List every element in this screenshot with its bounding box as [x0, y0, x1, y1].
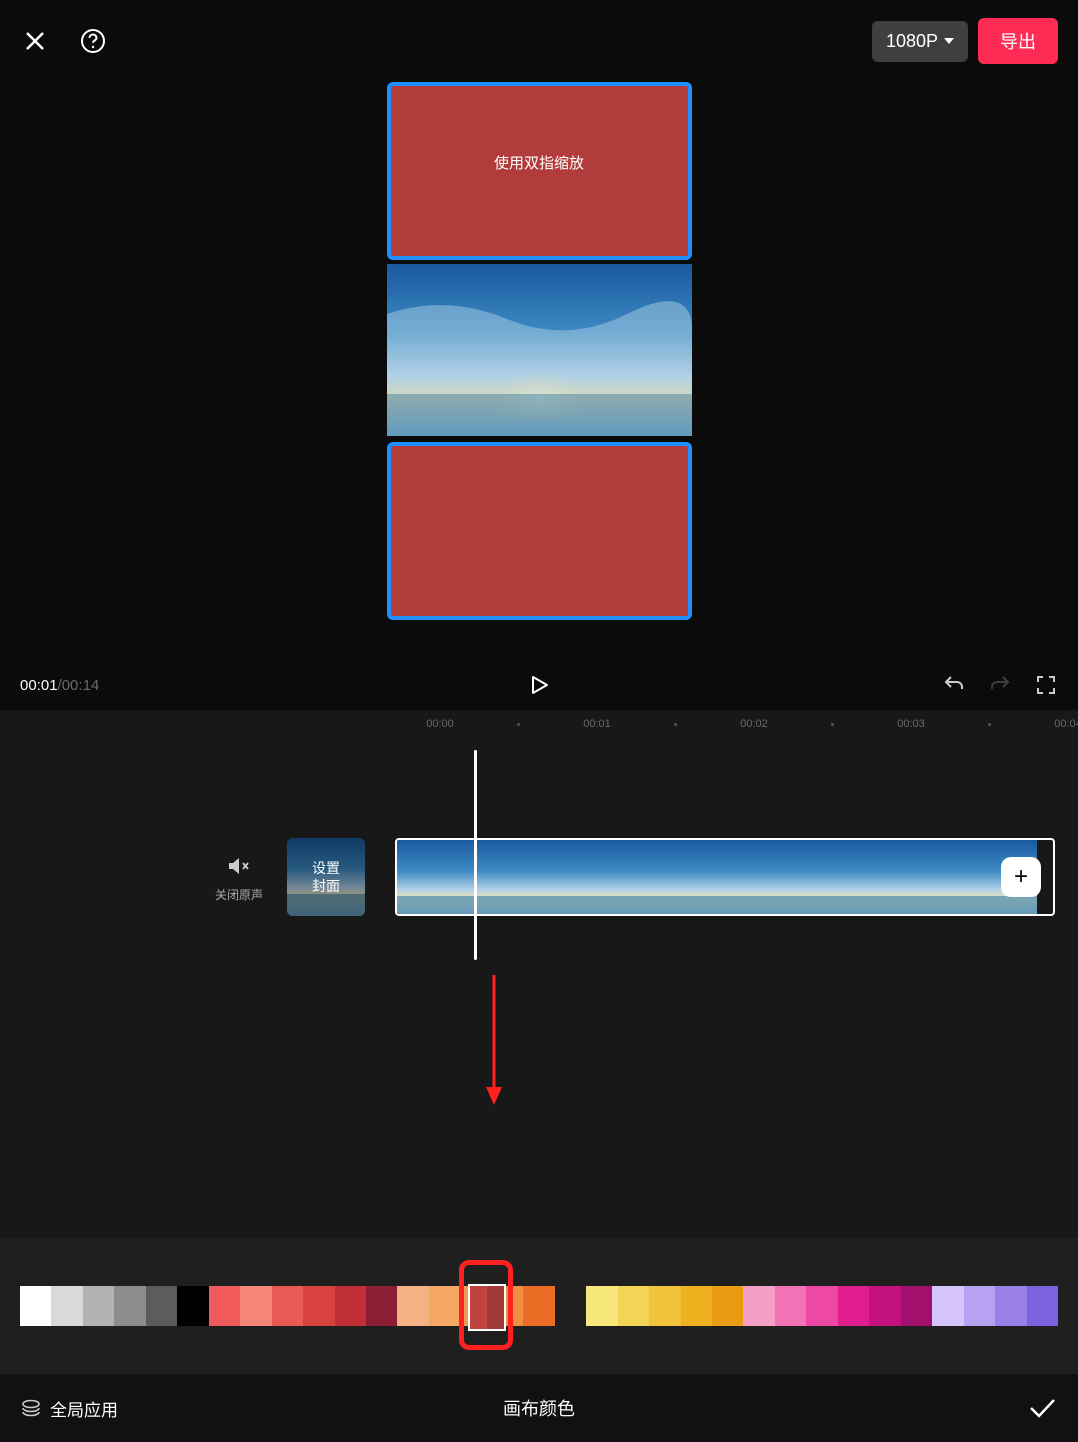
cover-thumb[interactable]: 设置 封面: [287, 838, 365, 916]
export-button[interactable]: 导出: [978, 18, 1058, 64]
color-swatch[interactable]: [649, 1286, 680, 1326]
color-swatch[interactable]: [114, 1286, 145, 1326]
video-preview-image: [387, 264, 692, 436]
color-swatch[interactable]: [335, 1286, 366, 1326]
preview-area[interactable]: 使用双指缩放: [0, 82, 1078, 660]
chevron-down-icon: [944, 38, 954, 44]
color-swatch[interactable]: [743, 1286, 774, 1326]
clip-frame[interactable]: [797, 840, 877, 916]
color-swatch[interactable]: [209, 1286, 240, 1326]
confirm-button[interactable]: [1026, 1392, 1058, 1424]
color-swatch[interactable]: [681, 1286, 712, 1326]
color-swatch[interactable]: [429, 1286, 460, 1326]
ruler-tick: 00:00: [400, 718, 480, 730]
time-total: 00:14: [62, 677, 100, 694]
mute-icon[interactable]: [225, 852, 253, 880]
color-swatch[interactable]: [901, 1286, 932, 1326]
check-icon: [1026, 1392, 1058, 1424]
color-panel: [0, 1238, 1078, 1374]
export-label: 导出: [1000, 32, 1036, 52]
plus-icon: +: [1014, 863, 1028, 891]
global-apply-label: 全局应用: [50, 1396, 118, 1421]
color-swatch[interactable]: [964, 1286, 995, 1326]
swatch-row: [0, 1286, 1078, 1326]
color-swatch[interactable]: [806, 1286, 837, 1326]
ruler-tick: 00:03: [871, 718, 951, 730]
canvas-frame[interactable]: 使用双指缩放: [387, 82, 692, 620]
color-swatch[interactable]: [366, 1286, 397, 1326]
clip-frame[interactable]: [477, 840, 557, 916]
time-ruler: 00:0000:0100:0200:0300:0400:0500:06: [0, 710, 1078, 738]
bottom-bar: 全局应用 画布颜色: [0, 1374, 1078, 1442]
color-swatch[interactable]: [932, 1286, 963, 1326]
clip-frame[interactable]: [557, 840, 637, 916]
color-swatch[interactable]: [51, 1286, 82, 1326]
color-swatch[interactable]: [838, 1286, 869, 1326]
color-swatch[interactable]: [272, 1286, 303, 1326]
selected-swatch[interactable]: [468, 1284, 506, 1331]
color-swatch[interactable]: [177, 1286, 208, 1326]
annotation-arrow: [484, 975, 504, 1105]
color-swatch[interactable]: [586, 1286, 617, 1326]
color-swatch[interactable]: [869, 1286, 900, 1326]
ruler-tick: 00:01: [557, 718, 637, 730]
clip-frame[interactable]: [397, 840, 477, 916]
ruler-tick: 00:04: [1028, 718, 1078, 730]
timeline-area[interactable]: 00:0000:0100:0200:0300:0400:0500:06 关闭原声…: [0, 710, 1078, 1272]
color-swatch[interactable]: [712, 1286, 743, 1326]
color-swatch[interactable]: [523, 1286, 554, 1326]
clip-frame[interactable]: [637, 840, 717, 916]
color-swatch[interactable]: [397, 1286, 428, 1326]
global-apply-button[interactable]: 全局应用: [20, 1396, 118, 1421]
color-swatch[interactable]: [303, 1286, 334, 1326]
top-bar: 1080P 导出: [0, 0, 1078, 82]
mute-label: 关闭原声: [215, 886, 263, 903]
cover-label: 设置 封面: [312, 859, 340, 895]
transport-controls: 00:01 / 00:14: [0, 660, 1078, 710]
color-swatch[interactable]: [618, 1286, 649, 1326]
track-row: 关闭原声 设置 封面 +: [0, 838, 1078, 916]
clip-frame[interactable]: [877, 840, 957, 916]
canvas-letterbox-bottom: [387, 442, 692, 620]
help-icon[interactable]: [78, 26, 108, 56]
color-swatch[interactable]: [240, 1286, 271, 1326]
ruler-tick: 00:02: [714, 718, 794, 730]
play-icon[interactable]: [527, 673, 551, 697]
panel-title: 画布颜色: [503, 1395, 575, 1421]
color-swatch[interactable]: [20, 1286, 51, 1326]
pinch-hint-label: 使用双指缩放: [494, 152, 584, 173]
redo-icon[interactable]: [988, 673, 1012, 697]
fullscreen-icon[interactable]: [1034, 673, 1058, 697]
time-current: 00:01: [20, 677, 58, 694]
color-swatch[interactable]: [83, 1286, 114, 1326]
clip-frame[interactable]: [717, 840, 797, 916]
resolution-button[interactable]: 1080P: [872, 21, 968, 62]
canvas-letterbox-top: 使用双指缩放: [387, 82, 692, 260]
color-swatch[interactable]: [146, 1286, 177, 1326]
playhead[interactable]: [474, 750, 477, 960]
color-swatch[interactable]: [995, 1286, 1026, 1326]
resolution-label: 1080P: [886, 31, 938, 52]
clip-strip[interactable]: +: [395, 838, 1055, 916]
undo-icon[interactable]: [942, 673, 966, 697]
close-icon[interactable]: [20, 26, 50, 56]
layers-icon: [20, 1397, 42, 1419]
color-swatch[interactable]: [775, 1286, 806, 1326]
add-clip-button[interactable]: +: [1001, 857, 1041, 897]
color-swatch[interactable]: [1027, 1286, 1058, 1326]
